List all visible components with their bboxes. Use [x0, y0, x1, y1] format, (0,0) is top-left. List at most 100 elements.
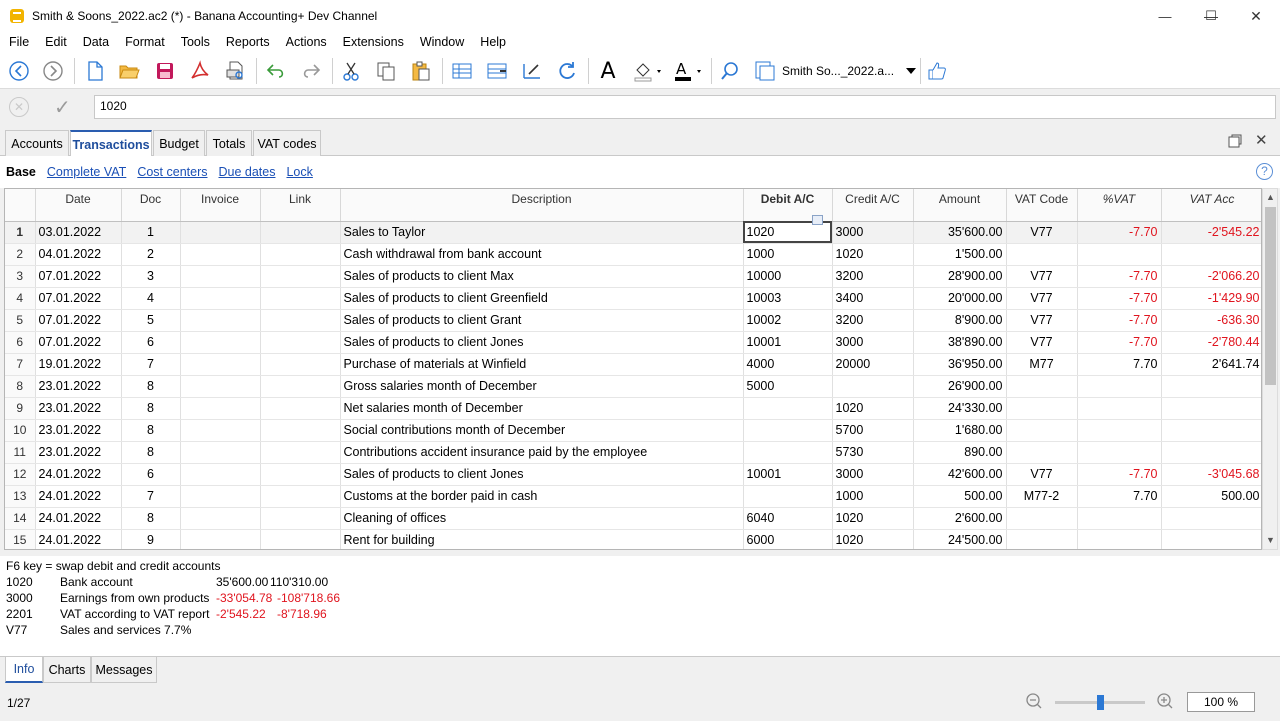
cell-date[interactable]: 23.01.2022	[35, 441, 122, 464]
cell-doc[interactable]: 7	[121, 353, 181, 376]
cell-vat-acc[interactable]: 500.00	[1161, 485, 1261, 508]
cell-amount[interactable]: 24'500.00	[913, 529, 1007, 549]
view-base[interactable]: Base	[6, 165, 36, 179]
view-cost-centers[interactable]: Cost centers	[137, 165, 207, 179]
cell-debit[interactable]	[743, 419, 833, 442]
cell-invoice[interactable]	[180, 419, 261, 442]
cell-vat-acc[interactable]: -3'045.68	[1161, 463, 1261, 486]
cell-invoice[interactable]	[180, 463, 261, 486]
cell-date[interactable]: 23.01.2022	[35, 397, 122, 420]
cell-vat-acc[interactable]: -2'780.44	[1161, 331, 1261, 354]
cell-invoice[interactable]	[180, 353, 261, 376]
cell-date[interactable]: 07.01.2022	[35, 287, 122, 310]
cell-invoice[interactable]	[180, 441, 261, 464]
cell-debit[interactable]: 4000	[743, 353, 833, 376]
cell-invoice[interactable]	[180, 287, 261, 310]
tab-vat-codes[interactable]: VAT codes	[253, 130, 321, 156]
cell-invoice[interactable]	[180, 507, 261, 530]
cell-vat-acc[interactable]	[1161, 243, 1261, 266]
table-scrollbar[interactable]: ▲ ▼	[1262, 188, 1278, 550]
cell-vat-percent[interactable]	[1077, 529, 1162, 549]
cell-vat-code[interactable]: V77	[1006, 287, 1078, 310]
cell-debit[interactable]: 10001	[743, 331, 833, 354]
table-row[interactable]: 15 24.01.2022 9 Rent for building 6000 1020 24…	[5, 529, 1261, 549]
scroll-up-icon[interactable]: ▲	[1266, 192, 1275, 202]
paste-icon[interactable]	[408, 58, 434, 84]
cell-link[interactable]	[260, 221, 341, 244]
cell-debit[interactable]: 6040	[743, 507, 833, 530]
menu-actions[interactable]: Actions	[278, 35, 335, 49]
cell-vat-code[interactable]: M77-2	[1006, 485, 1078, 508]
cell-vat-percent[interactable]	[1077, 419, 1162, 442]
menu-window[interactable]: Window	[412, 35, 472, 49]
scrollbar-thumb[interactable]	[1265, 207, 1276, 385]
cell-vat-code[interactable]: V77	[1006, 331, 1078, 354]
cell-invoice[interactable]	[180, 331, 261, 354]
cell-vat-acc[interactable]: 2'641.74	[1161, 353, 1261, 376]
cell-vat-code[interactable]	[1006, 397, 1078, 420]
menu-file[interactable]: File	[0, 35, 37, 49]
cell-link[interactable]	[260, 419, 341, 442]
cell-credit[interactable]: 1020	[832, 397, 914, 420]
col-header-credit[interactable]: Credit A/C	[832, 189, 914, 222]
cell-vat-percent[interactable]: 7.70	[1077, 353, 1162, 376]
cell-amount[interactable]: 8'900.00	[913, 309, 1007, 332]
cell-credit[interactable]: 3000	[832, 463, 914, 486]
cell-description[interactable]: Sales of products to client Jones	[340, 331, 744, 354]
cell-vat-percent[interactable]: -7.70	[1077, 309, 1162, 332]
cell-credit[interactable]: 3200	[832, 265, 914, 288]
table-row[interactable]: 7 19.01.2022 7 Purchase of materials at Win…	[5, 353, 1261, 376]
cell-date[interactable]: 07.01.2022	[35, 265, 122, 288]
cell-vat-code[interactable]: V77	[1006, 309, 1078, 332]
cell-description[interactable]: Social contributions month of December	[340, 419, 744, 442]
help-icon[interactable]: ?	[1256, 163, 1273, 180]
cell-date[interactable]: 24.01.2022	[35, 529, 122, 549]
cell-description[interactable]: Sales of products to client Max	[340, 265, 744, 288]
cell-vat-percent[interactable]: -7.70	[1077, 287, 1162, 310]
cell-vat-percent[interactable]	[1077, 243, 1162, 266]
print-preview-icon[interactable]	[222, 58, 248, 84]
cell-invoice[interactable]	[180, 221, 261, 244]
cell-doc[interactable]: 8	[121, 441, 181, 464]
cell-credit[interactable]: 1020	[832, 243, 914, 266]
cell-credit[interactable]: 3200	[832, 309, 914, 332]
cell-description[interactable]: Gross salaries month of December	[340, 375, 744, 398]
cell-description[interactable]: Sales of products to client Jones	[340, 463, 744, 486]
cell-vat-code[interactable]: V77	[1006, 265, 1078, 288]
font-icon[interactable]: A	[595, 58, 621, 84]
table-row[interactable]: 9 23.01.2022 8 Net salaries month of Decemb…	[5, 397, 1261, 420]
cell-vat-code[interactable]: M77	[1006, 353, 1078, 376]
table-row[interactable]: 12 24.01.2022 6 Sales of products to client…	[5, 463, 1261, 486]
cell-debit[interactable]: 10002	[743, 309, 833, 332]
cell-invoice[interactable]	[180, 397, 261, 420]
cell-credit[interactable]: 3400	[832, 287, 914, 310]
cell-vat-acc[interactable]	[1161, 441, 1261, 464]
cell-link[interactable]	[260, 529, 341, 549]
undo-icon[interactable]	[263, 58, 289, 84]
cell-link[interactable]	[260, 375, 341, 398]
insert-rows-icon[interactable]	[484, 58, 510, 84]
cell-link[interactable]	[260, 441, 341, 464]
cell-credit[interactable]: 1020	[832, 507, 914, 530]
cell-link[interactable]	[260, 309, 341, 332]
cell-amount[interactable]: 42'600.00	[913, 463, 1007, 486]
menu-edit[interactable]: Edit	[37, 35, 75, 49]
cell-link[interactable]	[260, 243, 341, 266]
cell-doc[interactable]: 8	[121, 397, 181, 420]
cell-date[interactable]: 23.01.2022	[35, 419, 122, 442]
cell-vat-percent[interactable]	[1077, 397, 1162, 420]
cell-doc[interactable]: 5	[121, 309, 181, 332]
cell-link[interactable]	[260, 507, 341, 530]
menu-reports[interactable]: Reports	[218, 35, 278, 49]
col-header-vat-acc[interactable]: VAT Acc	[1161, 189, 1261, 222]
cell-vat-acc[interactable]: -2'066.20	[1161, 265, 1261, 288]
cell-invoice[interactable]	[180, 265, 261, 288]
cell-doc[interactable]: 6	[121, 331, 181, 354]
edit-row-icon[interactable]	[519, 58, 545, 84]
cell-amount[interactable]: 1'500.00	[913, 243, 1007, 266]
cell-amount[interactable]: 38'890.00	[913, 331, 1007, 354]
menu-extensions[interactable]: Extensions	[335, 35, 412, 49]
close-panel-icon[interactable]: ✕	[1255, 131, 1268, 149]
cell-debit[interactable]: 10001	[743, 463, 833, 486]
tab-budget[interactable]: Budget	[153, 130, 205, 156]
